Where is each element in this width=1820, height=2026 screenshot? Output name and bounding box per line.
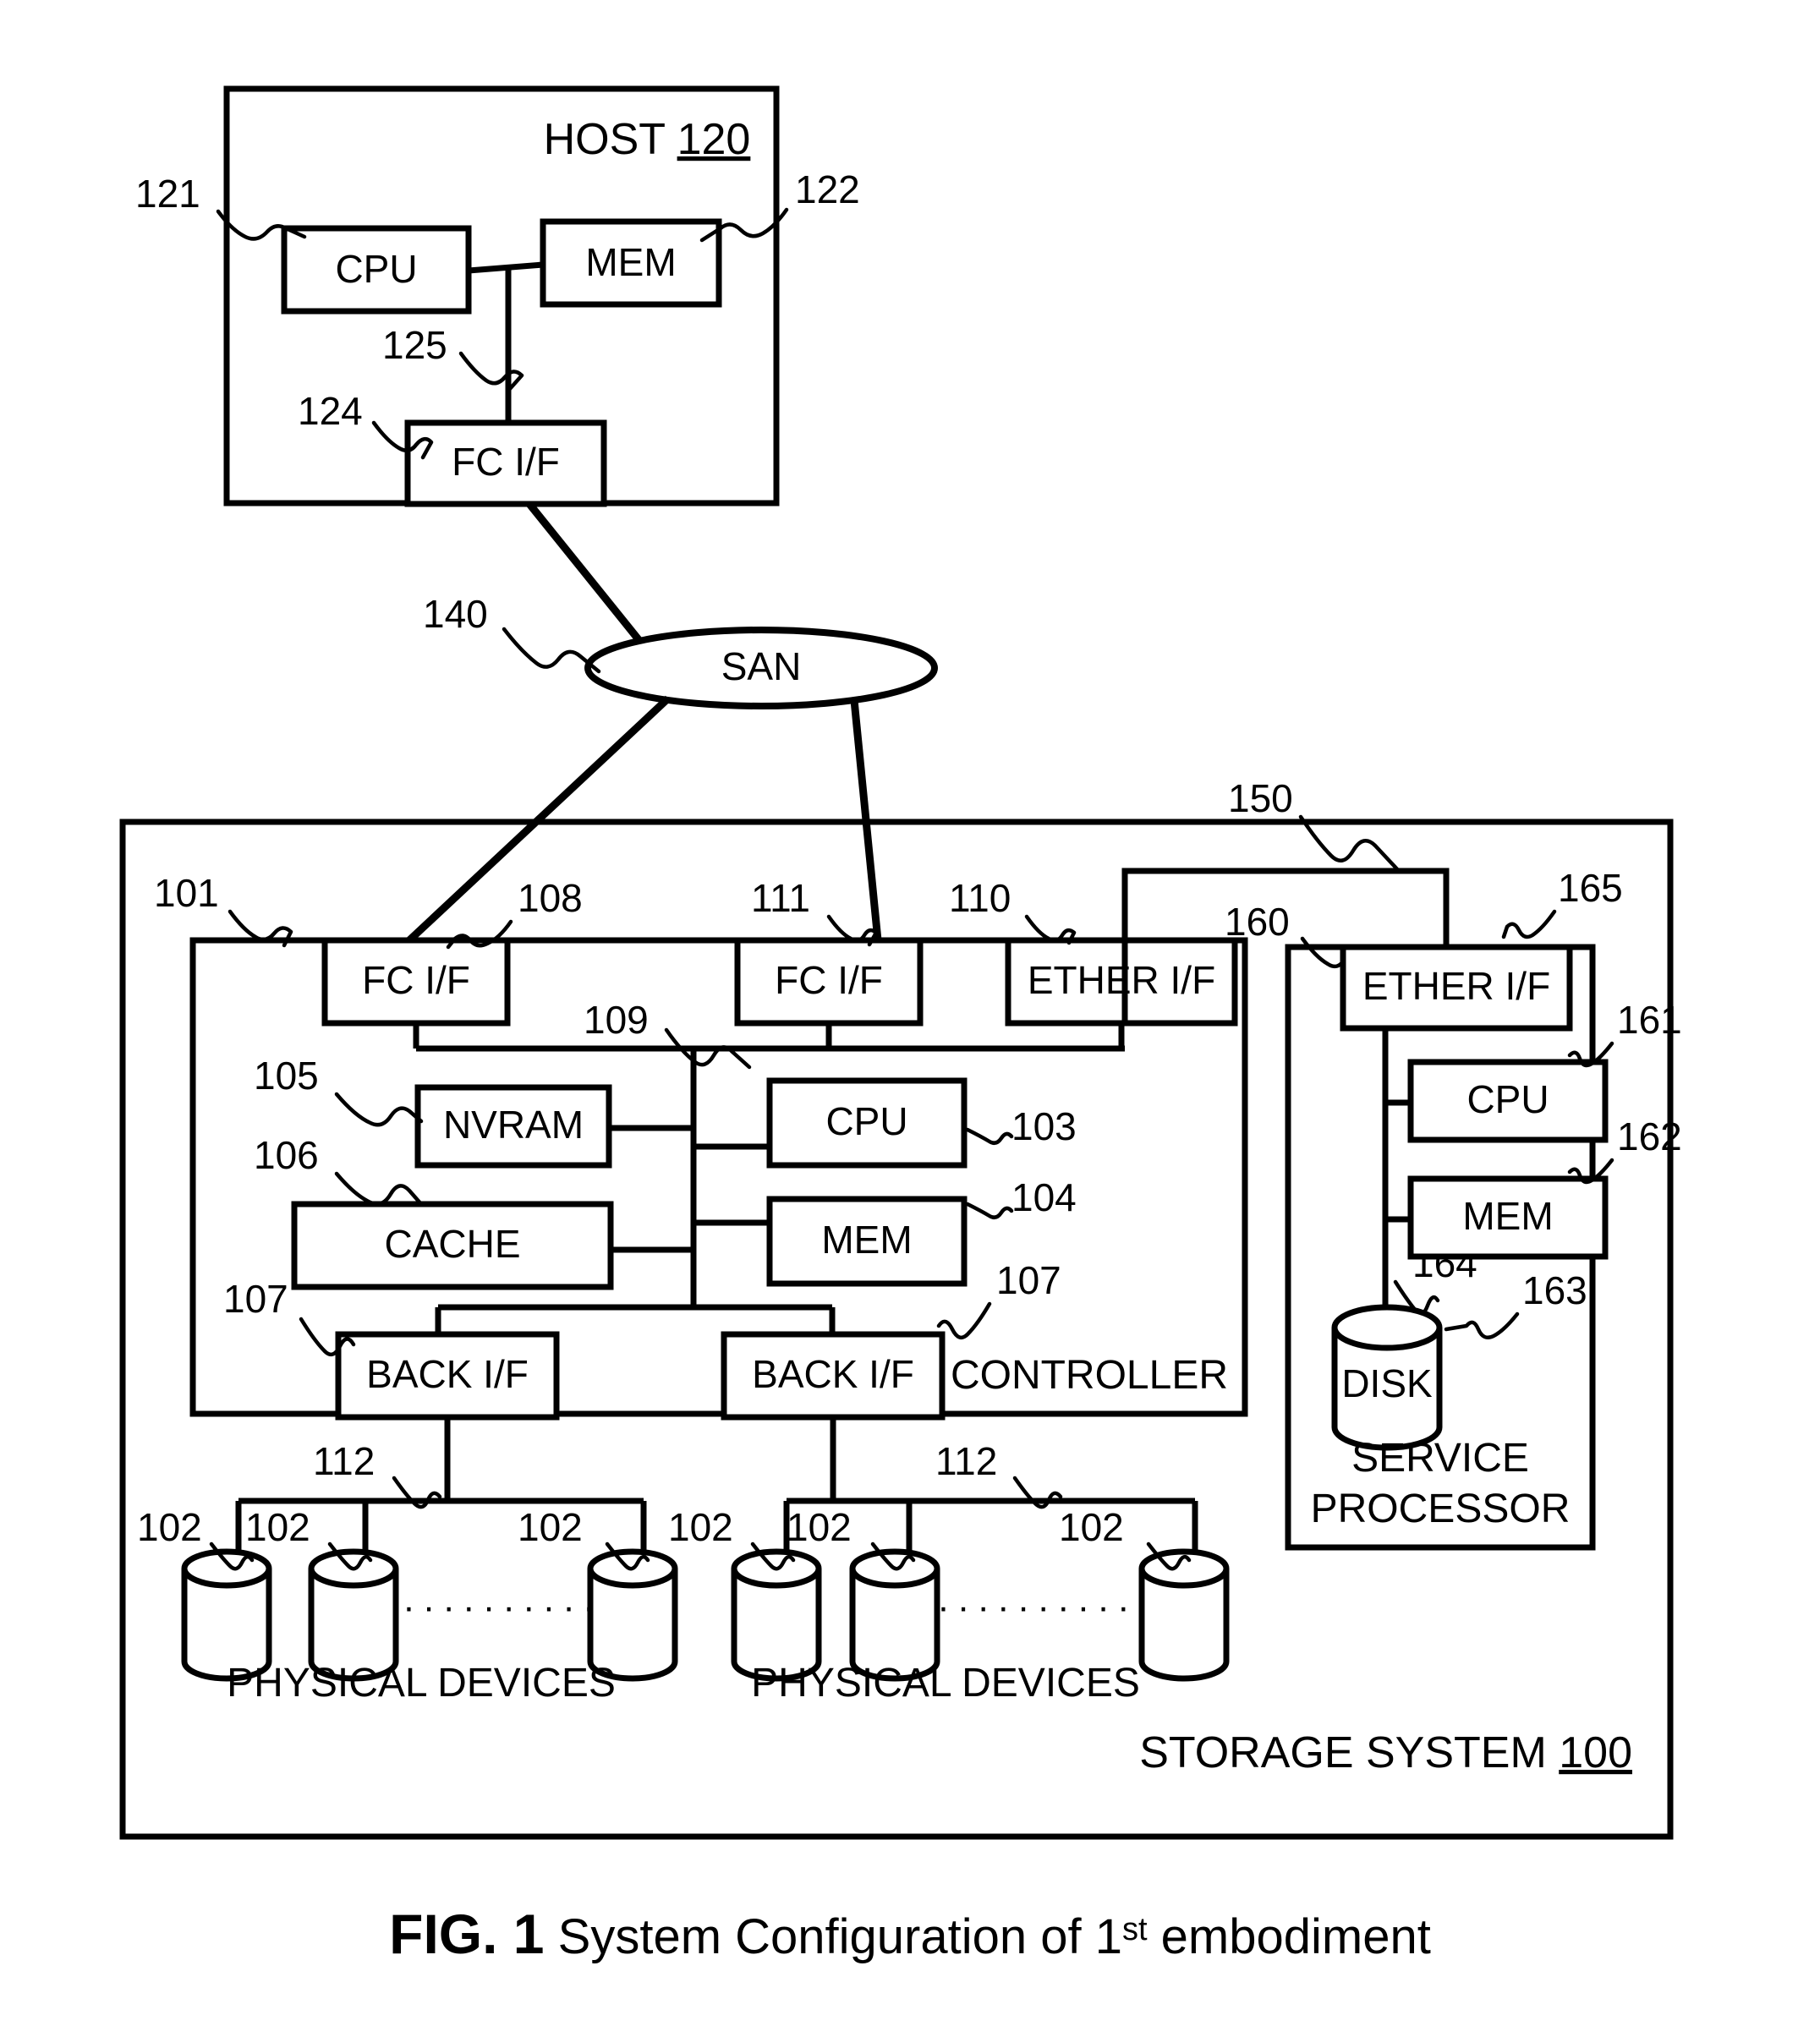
dev-bus-2-ref-label: 112 <box>935 1439 997 1483</box>
ref-103-leader <box>965 1127 1014 1146</box>
ref-107-right-leader <box>936 1301 992 1340</box>
sp-cpu-label: CPU <box>1466 1077 1549 1121</box>
san-label: SAN <box>721 644 802 688</box>
controller-cpu-label: CPU <box>825 1099 907 1143</box>
sp-disk-label: DISK <box>1341 1361 1433 1405</box>
ref-102-a-label: 102 <box>137 1505 202 1549</box>
ref-106-label: 106 <box>254 1133 319 1177</box>
dev-bus-1-ref-label: 112 <box>313 1439 375 1483</box>
physical-devices-label-2: PHYSICAL DEVICES <box>751 1661 1140 1706</box>
sp-ether-if-label: ETHER I/F <box>1362 964 1550 1008</box>
ref-165-label: 165 <box>1558 866 1623 910</box>
ref-102-c-label: 102 <box>518 1505 583 1549</box>
ref-140-label: 140 <box>423 592 488 636</box>
figure-page: HOST 120 CPU MEM FC I/F 121 122 125 124 … <box>0 0 1820 2026</box>
physical-device-cylinder <box>849 1548 940 1682</box>
ref-124-label: 124 <box>298 389 363 433</box>
ref-107-right-label: 107 <box>996 1258 1061 1302</box>
controller-fc-if-right-label: FC I/F <box>775 958 883 1002</box>
sp-label-line2: PROCESSOR <box>1311 1487 1571 1531</box>
physical-device-cylinder <box>308 1548 399 1682</box>
sp-mem-label: MEM <box>1462 1194 1553 1238</box>
sp-label-line1: SERVICE <box>1351 1436 1529 1481</box>
physical-device-cylinder <box>587 1548 678 1682</box>
ref-125-leader <box>458 351 524 393</box>
ether-bus-stub <box>693 1023 1125 1052</box>
ref-102-e-label: 102 <box>787 1505 852 1549</box>
ref-161-label: 161 <box>1617 998 1682 1042</box>
ref-121-label: 121 <box>135 172 200 216</box>
ref-106-leader <box>334 1171 424 1207</box>
controller-ether-if-label: ETHER I/F <box>1028 958 1215 1002</box>
physical-device-cylinder <box>181 1548 272 1682</box>
ref-107-left-label: 107 <box>223 1277 288 1321</box>
ref-103-label: 103 <box>1011 1104 1077 1148</box>
controller-back-if-right-label: BACK I/F <box>752 1352 914 1396</box>
ref-104-leader <box>965 1202 1014 1220</box>
ref-125-label: 125 <box>382 323 447 367</box>
host-fc-if-label: FC I/F <box>452 440 560 484</box>
ref-165-leader <box>1501 909 1557 939</box>
controller-fc-if-left-label: FC I/F <box>362 958 470 1002</box>
ref-105-leader <box>334 1092 424 1127</box>
ref-109-label: 109 <box>584 998 649 1042</box>
ref-105-label: 105 <box>254 1054 319 1098</box>
ref-102-b-label: 102 <box>245 1505 310 1549</box>
ref-162-label: 162 <box>1617 1114 1682 1158</box>
figure-caption: FIG. 1 System Configuration of 1st embod… <box>389 1903 1431 1965</box>
controller-mem-label: MEM <box>821 1218 912 1262</box>
ref-140-leader <box>502 627 601 674</box>
controller-label: CONTROLLER <box>951 1353 1228 1398</box>
ref-110-label: 110 <box>949 876 1011 920</box>
ref-101-label: 101 <box>154 871 219 915</box>
ref-150-leader <box>1298 814 1401 873</box>
physical-device-cylinder <box>731 1548 822 1682</box>
ref-163-label: 163 <box>1522 1268 1587 1312</box>
physical-devices-label-1: PHYSICAL DEVICES <box>227 1661 616 1706</box>
controller-back-if-left-label: BACK I/F <box>366 1352 529 1396</box>
ref-111-label: 111 <box>751 876 810 920</box>
ref-163-leader <box>1444 1311 1520 1339</box>
ref-104-label: 104 <box>1011 1175 1077 1219</box>
ref-122-label: 122 <box>795 167 860 211</box>
host-title: HOST 120 <box>544 115 751 164</box>
controller-nvram-label: NVRAM <box>443 1103 584 1147</box>
ref-150-label: 150 <box>1228 776 1293 820</box>
patent-figure-svg: HOST 120 CPU MEM FC I/F 121 122 125 124 … <box>119 85 1682 1965</box>
ref-102-d-label: 102 <box>668 1505 733 1549</box>
host-mem-label: MEM <box>585 240 676 284</box>
host-cpu-label: CPU <box>335 247 417 291</box>
physical-device-cylinder <box>1138 1548 1230 1682</box>
storage-system-title: STORAGE SYSTEM 100 <box>1139 1728 1632 1777</box>
controller-cache-label: CACHE <box>384 1222 520 1266</box>
ref-108-label: 108 <box>518 876 583 920</box>
host-to-san-link <box>526 501 651 654</box>
ref-160-label: 160 <box>1225 900 1290 944</box>
ref-102-f-label: 102 <box>1059 1505 1124 1549</box>
